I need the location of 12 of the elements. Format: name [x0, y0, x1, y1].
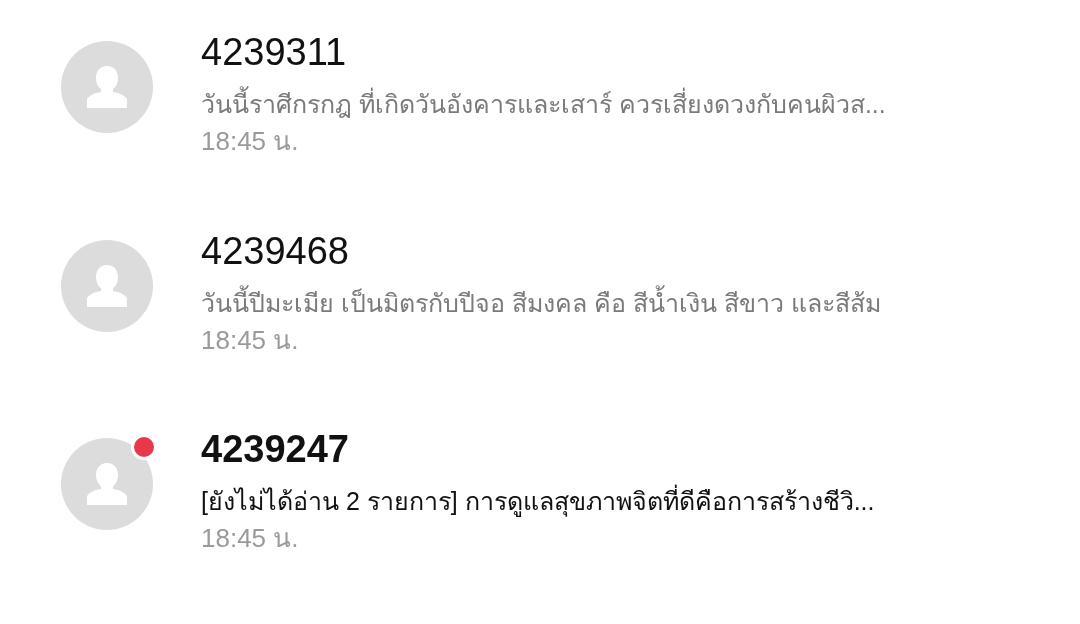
message-time: 18:45 น.	[201, 323, 300, 357]
message-time: 18:45 น.	[201, 125, 300, 158]
contact-name: 4239311	[201, 30, 348, 75]
person-icon	[84, 461, 130, 508]
message-preview: วันนี้ปีมะเมีย เป็นมิตรกับปีจอ สีมงคล คือ สีน้ำเงิน สีขาว และสีส้ม	[201, 282, 881, 323]
person-icon	[84, 64, 130, 110]
message-preview: วันนี้ราศีกรกฎ ที่เกิดวันอังคารและเสาร์ ควรเสี่ยงดวงกับคนผิวส...	[201, 84, 886, 124]
contact-name: 4239468	[201, 228, 350, 274]
contact-name: 4239247	[201, 427, 350, 473]
message-time: 18:45 น.	[201, 522, 300, 556]
message-preview: [ยังไม่ได้อ่าน 2 รายการ] การดูแลสุขภาพจิตที่ดีคือการสร้างชีวิ...	[201, 481, 875, 522]
person-icon	[84, 262, 130, 309]
